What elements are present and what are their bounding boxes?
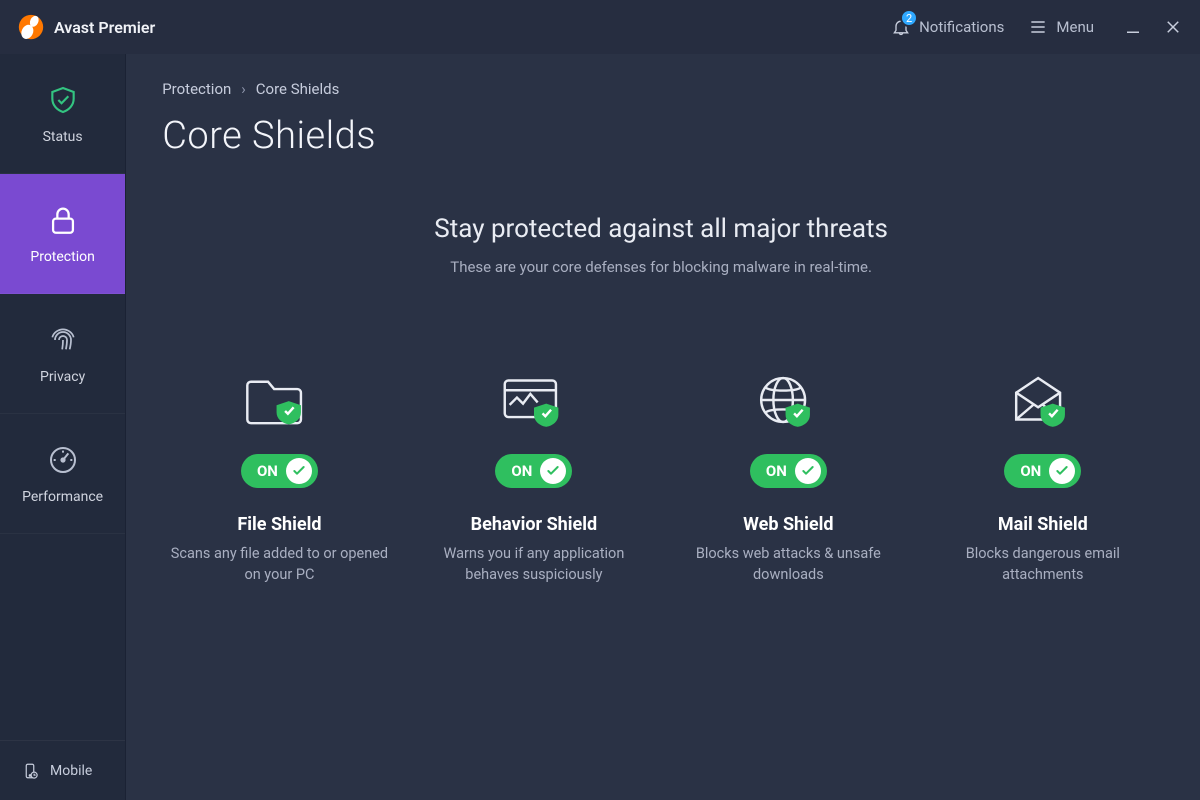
sidebar: Status Protection — [0, 54, 126, 800]
close-button[interactable] — [1164, 18, 1182, 36]
monitor-shield-icon — [417, 364, 651, 436]
menu-label: Menu — [1056, 18, 1094, 36]
gauge-icon — [46, 443, 80, 477]
shield-description: Warns you if any application behaves sus… — [417, 543, 651, 585]
shield-card-file: ON File Shield Scans any file added to o… — [162, 364, 396, 585]
page-subdescription: These are your core defenses for blockin… — [162, 258, 1160, 276]
shield-card-web: ON Web Shield Blocks web attacks & unsaf… — [671, 364, 905, 585]
sidebar-item-performance[interactable]: Performance — [0, 414, 125, 534]
fingerprint-icon — [46, 323, 80, 357]
minimize-button[interactable] — [1124, 18, 1142, 36]
sidebar-item-label: Mobile — [50, 763, 92, 779]
notifications-button[interactable]: 2 Notifications — [891, 17, 1004, 37]
sidebar-item-privacy[interactable]: Privacy — [0, 294, 125, 414]
globe-shield-icon — [671, 364, 905, 436]
notifications-label: Notifications — [919, 18, 1004, 36]
toggle-knob-icon — [286, 458, 312, 484]
folder-shield-icon — [162, 364, 396, 436]
envelope-shield-icon — [926, 364, 1160, 436]
shield-title: Mail Shield — [926, 514, 1160, 535]
sidebar-item-protection[interactable]: Protection — [0, 174, 125, 294]
toggle-mail-shield[interactable]: ON — [1004, 454, 1081, 488]
window-controls — [1118, 18, 1182, 36]
shields-row: ON File Shield Scans any file added to o… — [162, 364, 1160, 585]
lock-icon — [46, 203, 80, 237]
toggle-label: ON — [766, 462, 787, 480]
page-subheading: Stay protected against all major threats — [162, 214, 1160, 244]
sidebar-item-mobile[interactable]: Mobile — [0, 740, 125, 800]
mobile-icon — [20, 761, 40, 781]
toggle-label: ON — [257, 462, 278, 480]
shield-title: Web Shield — [671, 514, 905, 535]
notifications-badge: 2 — [900, 9, 918, 27]
shield-card-mail: ON Mail Shield Blocks dangerous email at… — [926, 364, 1160, 585]
sidebar-item-label: Performance — [22, 489, 103, 505]
breadcrumb-root[interactable]: Protection — [162, 80, 231, 98]
chevron-right-icon: › — [241, 80, 246, 98]
toggle-knob-icon — [795, 458, 821, 484]
shield-title: Behavior Shield — [417, 514, 651, 535]
menu-button[interactable]: Menu — [1028, 17, 1094, 37]
toggle-label: ON — [511, 462, 532, 480]
title-bar: Avast Premier 2 Notifications — [0, 0, 1200, 54]
breadcrumb-current: Core Shields — [256, 80, 340, 98]
toggle-web-shield[interactable]: ON — [750, 454, 827, 488]
shield-description: Blocks web attacks & unsafe downloads — [671, 543, 905, 585]
shield-card-behavior: ON Behavior Shield Warns you if any appl… — [417, 364, 651, 585]
main-content: Protection › Core Shields Core Shields S… — [126, 54, 1200, 800]
shield-title: File Shield — [162, 514, 396, 535]
shield-check-icon — [46, 83, 80, 117]
sidebar-item-label: Protection — [30, 249, 94, 265]
hamburger-icon — [1028, 17, 1048, 37]
sidebar-item-label: Status — [43, 129, 83, 145]
shield-description: Blocks dangerous email attachments — [926, 543, 1160, 585]
app-title: Avast Premier — [54, 18, 155, 37]
title-right: 2 Notifications Menu — [891, 17, 1182, 37]
page-title: Core Shields — [162, 114, 1160, 158]
toggle-knob-icon — [540, 458, 566, 484]
shield-description: Scans any file added to or opened on you… — [162, 543, 396, 585]
toggle-file-shield[interactable]: ON — [241, 454, 318, 488]
toggle-knob-icon — [1049, 458, 1075, 484]
breadcrumb: Protection › Core Shields — [162, 80, 1160, 98]
toggle-behavior-shield[interactable]: ON — [495, 454, 572, 488]
title-left: Avast Premier — [18, 14, 155, 40]
sidebar-item-label: Privacy — [40, 369, 85, 385]
app-logo-icon — [18, 14, 44, 40]
toggle-label: ON — [1020, 462, 1041, 480]
sidebar-item-status[interactable]: Status — [0, 54, 125, 174]
